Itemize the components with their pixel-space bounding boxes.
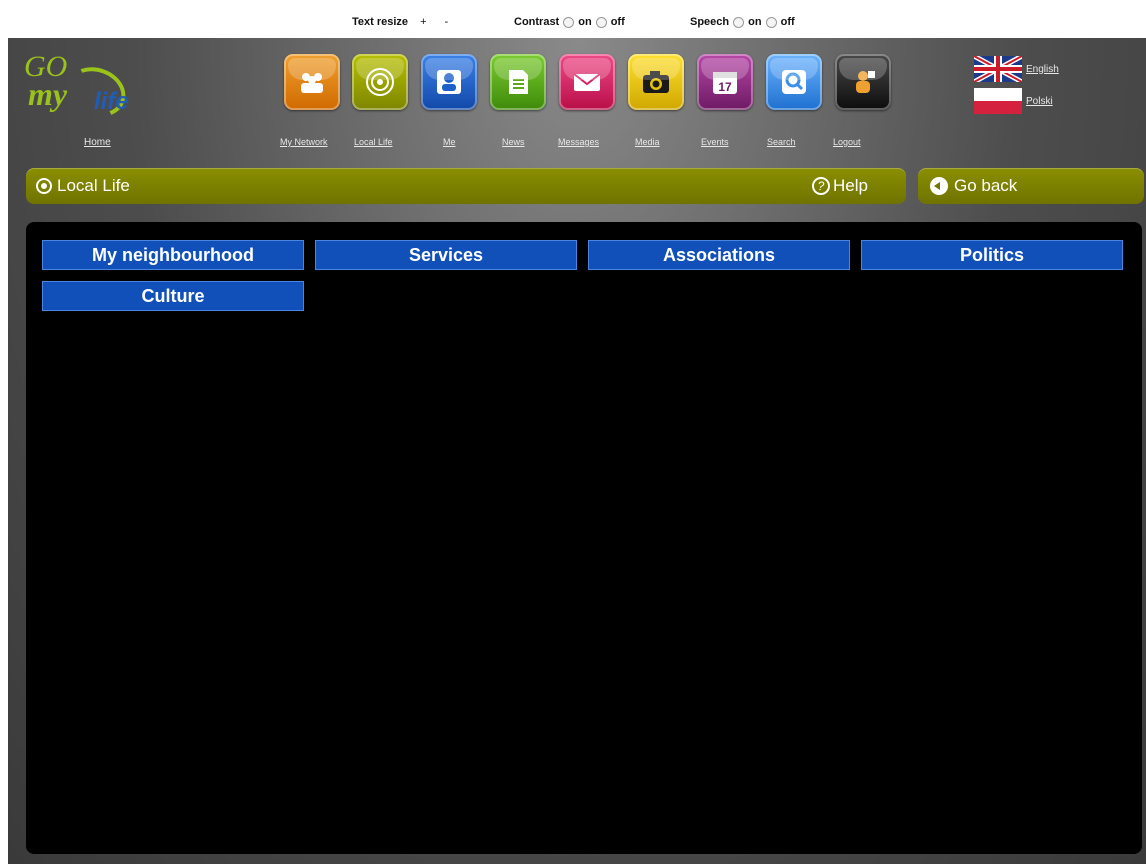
category-politics[interactable]: Politics bbox=[861, 240, 1123, 270]
help-icon: ? bbox=[812, 177, 830, 195]
section-title-text: Local Life bbox=[57, 176, 130, 195]
help-label: Help bbox=[833, 176, 868, 195]
language-polski-label: Polski bbox=[1026, 95, 1053, 107]
help-button[interactable]: ? Help bbox=[812, 176, 868, 196]
logout-icon[interactable] bbox=[835, 54, 891, 110]
search-icon[interactable] bbox=[766, 54, 822, 110]
nav-label-local-life[interactable]: Local Life bbox=[354, 137, 393, 147]
media-icon[interactable] bbox=[628, 54, 684, 110]
app-frame: GO my life Home 17 My Network Local Life… bbox=[8, 38, 1146, 864]
content-panel: My neighbourhood Services Associations P… bbox=[26, 222, 1142, 854]
local-life-small-icon bbox=[36, 178, 52, 194]
logo-life: life bbox=[94, 88, 129, 115]
poland-flag-icon bbox=[974, 88, 1022, 114]
contrast-label: Contrast bbox=[514, 16, 560, 28]
speech-group: Speech on off bbox=[690, 16, 795, 28]
text-decrease-button[interactable]: - bbox=[445, 16, 449, 28]
gomylife-logo[interactable]: GO my life bbox=[22, 52, 172, 125]
go-back-inner: Go back bbox=[930, 176, 1017, 196]
nav-label-media[interactable]: Media bbox=[635, 137, 660, 147]
nav-label-logout[interactable]: Logout bbox=[833, 137, 861, 147]
back-arrow-icon bbox=[930, 177, 948, 195]
logo-my: my bbox=[28, 76, 68, 112]
contrast-group: Contrast on off bbox=[514, 16, 625, 28]
messages-icon[interactable] bbox=[559, 54, 615, 110]
nav-label-search[interactable]: Search bbox=[767, 137, 796, 147]
speech-on-radio[interactable] bbox=[733, 16, 745, 28]
events-icon[interactable]: 17 bbox=[697, 54, 753, 110]
text-increase-button[interactable]: + bbox=[420, 16, 426, 28]
speech-on-label: on bbox=[748, 16, 762, 28]
contrast-on-label: on bbox=[578, 16, 592, 28]
uk-flag-icon bbox=[974, 56, 1022, 82]
svg-text:17: 17 bbox=[718, 80, 732, 94]
speech-off-label: off bbox=[780, 16, 795, 28]
section-bar: Local Life ? Help bbox=[26, 168, 906, 204]
category-culture[interactable]: Culture bbox=[42, 281, 304, 311]
my-network-icon[interactable] bbox=[284, 54, 340, 110]
text-resize-group: Text resize + - bbox=[352, 16, 448, 28]
category-associations[interactable]: Associations bbox=[588, 240, 850, 270]
me-icon[interactable] bbox=[421, 54, 477, 110]
contrast-off-label: off bbox=[610, 16, 625, 28]
contrast-off-radio[interactable] bbox=[595, 16, 607, 28]
nav-label-events[interactable]: Events bbox=[701, 137, 729, 147]
language-english-label: English bbox=[1026, 63, 1059, 75]
text-resize-label: Text resize bbox=[352, 16, 409, 28]
news-icon[interactable] bbox=[490, 54, 546, 110]
accessibility-bar: Text resize + - Contrast on off Speech o… bbox=[0, 0, 1146, 38]
nav-label-messages[interactable]: Messages bbox=[558, 137, 599, 147]
category-services[interactable]: Services bbox=[315, 240, 577, 270]
go-back-button[interactable]: Go back bbox=[918, 168, 1144, 204]
local-life-icon[interactable] bbox=[352, 54, 408, 110]
category-my-neighbourhood[interactable]: My neighbourhood bbox=[42, 240, 304, 270]
speech-off-radio[interactable] bbox=[765, 16, 777, 28]
language-english[interactable]: English bbox=[974, 56, 1059, 82]
contrast-on-radio[interactable] bbox=[563, 16, 575, 28]
nav-label-me[interactable]: Me bbox=[443, 137, 456, 147]
section-title: Local Life bbox=[36, 176, 130, 196]
speech-label: Speech bbox=[690, 16, 730, 28]
nav-label-news[interactable]: News bbox=[502, 137, 525, 147]
home-link[interactable]: Home bbox=[84, 137, 111, 148]
go-back-label: Go back bbox=[954, 176, 1018, 195]
language-polski[interactable]: Polski bbox=[974, 88, 1053, 114]
nav-label-my-network[interactable]: My Network bbox=[280, 137, 328, 147]
